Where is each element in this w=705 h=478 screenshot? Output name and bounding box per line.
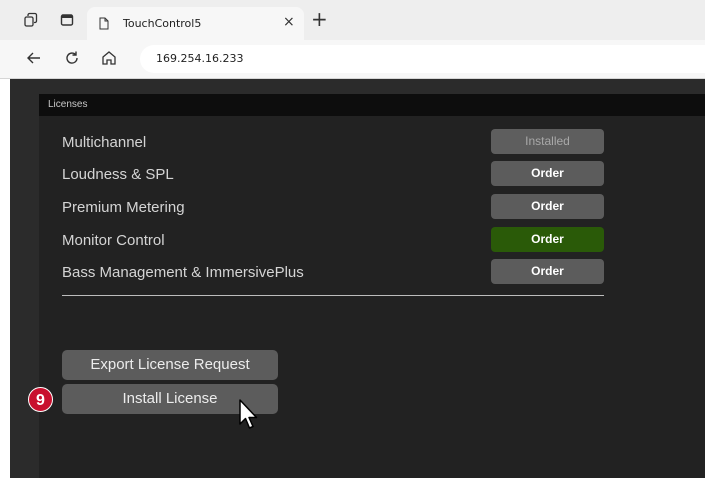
order-button-loudness[interactable]: Order bbox=[491, 161, 604, 186]
tab-actions-icon[interactable] bbox=[59, 12, 75, 28]
browser-tab-bar: TouchControl5 × + bbox=[0, 0, 705, 40]
address-text: 169.254.16.233 bbox=[156, 52, 244, 65]
new-tab-icon[interactable]: + bbox=[311, 9, 328, 29]
license-name-multichannel: Multichannel bbox=[62, 134, 147, 151]
home-icon[interactable] bbox=[100, 49, 118, 67]
tab-title: TouchControl5 bbox=[123, 17, 202, 30]
document-icon bbox=[99, 17, 109, 30]
browser-nav-bar: 169.254.16.233 bbox=[0, 40, 705, 79]
browser-tab[interactable]: TouchControl5 × bbox=[87, 7, 304, 40]
order-button-monitor-control[interactable]: Order bbox=[491, 227, 604, 252]
step-number-badge: 9 bbox=[28, 387, 53, 412]
back-icon[interactable] bbox=[25, 49, 43, 67]
export-license-request-button[interactable]: Export License Request bbox=[62, 350, 278, 380]
app-area: Licenses Multichannel Installed Loudness… bbox=[10, 79, 705, 478]
license-name-premium-metering: Premium Metering bbox=[62, 199, 185, 216]
panel-header: Licenses bbox=[39, 94, 705, 116]
mouse-cursor-icon bbox=[239, 399, 258, 429]
panel-title: Licenses bbox=[48, 99, 88, 110]
order-button-bass-management[interactable]: Order bbox=[491, 259, 604, 284]
close-icon[interactable]: × bbox=[283, 14, 295, 30]
divider bbox=[62, 295, 604, 296]
workspaces-icon[interactable] bbox=[23, 12, 39, 28]
refresh-icon[interactable] bbox=[63, 49, 81, 67]
licenses-panel: Licenses Multichannel Installed Loudness… bbox=[39, 94, 705, 478]
license-name-loudness: Loudness & SPL bbox=[62, 166, 174, 183]
license-name-bass-management: Bass Management & ImmersivePlus bbox=[62, 264, 304, 281]
installed-button-multichannel: Installed bbox=[491, 129, 604, 154]
address-bar[interactable]: 169.254.16.233 bbox=[140, 45, 705, 73]
license-name-monitor-control: Monitor Control bbox=[62, 232, 165, 249]
order-button-premium-metering[interactable]: Order bbox=[491, 194, 604, 219]
